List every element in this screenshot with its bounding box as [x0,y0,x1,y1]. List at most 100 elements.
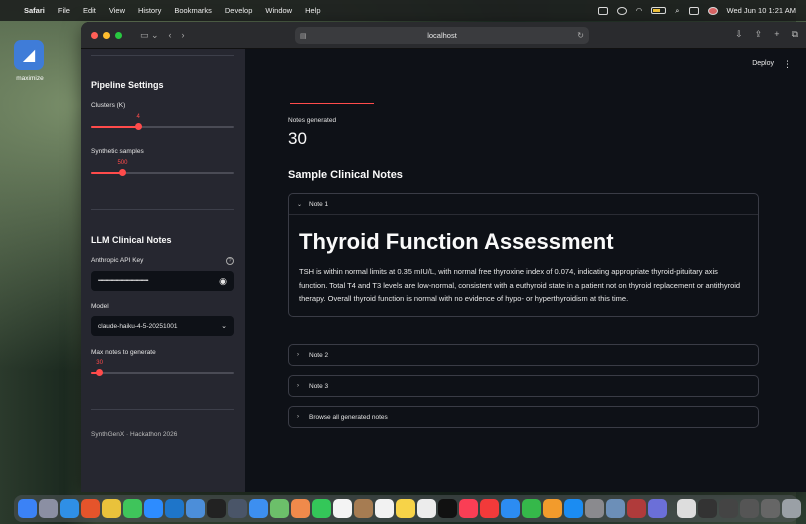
sidebar: Pipeline Settings Clusters (K) 4 Synthet… [81,49,245,492]
api-key-masked: •••••••••••••••••••••••••••••••••••••••• [98,278,149,284]
menu-view[interactable]: View [109,6,125,15]
terminal-icon[interactable] [207,499,226,518]
pages-icon[interactable] [543,499,562,518]
siri-icon[interactable] [707,6,718,15]
tabs-overview-icon[interactable]: ⧉ [792,29,798,40]
reload-icon[interactable]: ↻ [577,31,584,40]
decoration-line [290,103,374,104]
download-icon[interactable]: ⇩ [735,29,743,40]
photos-icon[interactable] [228,499,247,518]
browse-notes-expander[interactable]: › Browse all generated notes [288,406,759,428]
samples-label: Synthetic samples [91,148,144,155]
screen-icon[interactable] [597,6,608,15]
document-icon[interactable] [677,499,696,518]
note-2-expander[interactable]: › Note 2 [288,344,759,366]
keynote-icon[interactable] [501,499,520,518]
app-store-icon[interactable] [564,499,583,518]
chevron-right-icon: › [297,414,299,420]
note-1-header[interactable]: ⌄ Note 1 [289,194,758,214]
help-icon[interactable]: ? [226,257,234,265]
zoom-icon[interactable] [144,499,163,518]
safari-icon[interactable] [60,499,79,518]
mail-icon[interactable] [249,499,268,518]
back-icon[interactable]: ‹ [169,30,172,40]
close-button[interactable] [91,31,98,39]
note-1-body: Thyroid Function Assessment TSH is withi… [289,214,758,316]
facetime-icon[interactable] [312,499,331,518]
deploy-button[interactable]: Deploy [752,60,774,67]
numbers-icon[interactable] [522,499,541,518]
address-bar[interactable]: ▤ localhost ↻ [295,27,589,44]
trash-icon[interactable] [782,499,801,518]
samples-slider[interactable]: 500 [91,160,234,176]
minimized-window-2-icon[interactable] [761,499,780,518]
model-select[interactable]: claude-haiku-4-5-20251001 ⌄ [91,316,234,336]
control-center-icon[interactable] [688,6,699,15]
chrome-icon[interactable] [102,499,121,518]
battery-icon[interactable] [651,7,667,14]
sidebar-toggle-icon[interactable]: ▭ ⌄ [140,30,159,41]
api-key-input[interactable]: ••••••••••••••••••••••••••••••••••••••••… [91,271,234,291]
note-3-expander[interactable]: › Note 3 [288,375,759,397]
wifi-icon[interactable]: ◠ [636,6,643,15]
messages-icon[interactable] [123,499,142,518]
search-icon[interactable]: ⌕ [675,6,679,16]
preview-icon[interactable] [606,499,625,518]
photos-app-icon[interactable] [291,499,310,518]
menu-history[interactable]: History [138,6,161,15]
tv-icon[interactable] [438,499,457,518]
freeform-icon[interactable] [417,499,436,518]
news-icon[interactable] [480,499,499,518]
maps-icon[interactable] [270,499,289,518]
contacts-icon[interactable] [354,499,373,518]
menu-clock[interactable]: Wed Jun 10 1:21 AM [727,6,797,15]
pipeline-settings-title: Pipeline Settings [91,80,164,90]
xcode-icon[interactable] [186,499,205,518]
reminders-icon[interactable] [375,499,394,518]
user-icon[interactable] [616,6,627,15]
menu-help[interactable]: Help [305,6,320,15]
main-content: Deploy ⋮ Notes generated 30 Sample Clini… [245,49,806,492]
metric-value: 30 [288,129,307,148]
flutter-app-icon[interactable]: ◢ [14,40,44,70]
more-menu-icon[interactable]: ⋮ [783,59,792,70]
note-3-label: Note 3 [309,382,329,390]
notes-icon[interactable] [396,499,415,518]
share-icon[interactable]: ⇪ [755,29,763,40]
zoom-button[interactable] [115,31,122,39]
max-notes-slider[interactable]: 30 [91,360,234,376]
page-icon: ▤ [300,32,307,40]
menu-edit[interactable]: Edit [83,6,96,15]
vscode-icon[interactable] [165,499,184,518]
sidebar-divider [91,55,234,56]
forward-icon[interactable]: › [182,30,185,40]
music-icon[interactable] [459,499,478,518]
note-1-expander: ⌄ Note 1 Thyroid Function Assessment TSH… [288,193,759,317]
brave-icon[interactable] [81,499,100,518]
max-notes-label: Max notes to generate [91,349,156,356]
settings-icon[interactable] [585,499,604,518]
menu-develop[interactable]: Develop [225,6,253,15]
menu-file[interactable]: File [58,6,70,15]
minimize-button[interactable] [103,31,110,39]
clusters-value: 4 [136,114,140,120]
dictionary-icon[interactable] [627,499,646,518]
finder-icon[interactable] [18,499,37,518]
launchpad-icon[interactable] [39,499,58,518]
sidebar-divider [91,209,234,210]
minimized-window-icon[interactable] [740,499,759,518]
note-title: Thyroid Function Assessment [299,229,614,254]
folder-2-icon[interactable] [719,499,738,518]
menu-app-name[interactable]: Safari [24,6,45,15]
clusters-slider[interactable]: 4 [91,114,234,130]
window-controls [91,31,122,39]
folder-icon[interactable] [698,499,717,518]
metric-label: Notes generated [288,117,337,124]
calendar-icon[interactable] [333,499,352,518]
chatgpt-icon[interactable] [648,499,667,518]
menu-bookmarks[interactable]: Bookmarks [174,6,212,15]
max-notes-value: 30 [96,360,103,366]
menu-window[interactable]: Window [265,6,292,15]
eye-icon[interactable]: ◉ [219,276,227,287]
new-tab-icon[interactable]: + [774,29,779,40]
